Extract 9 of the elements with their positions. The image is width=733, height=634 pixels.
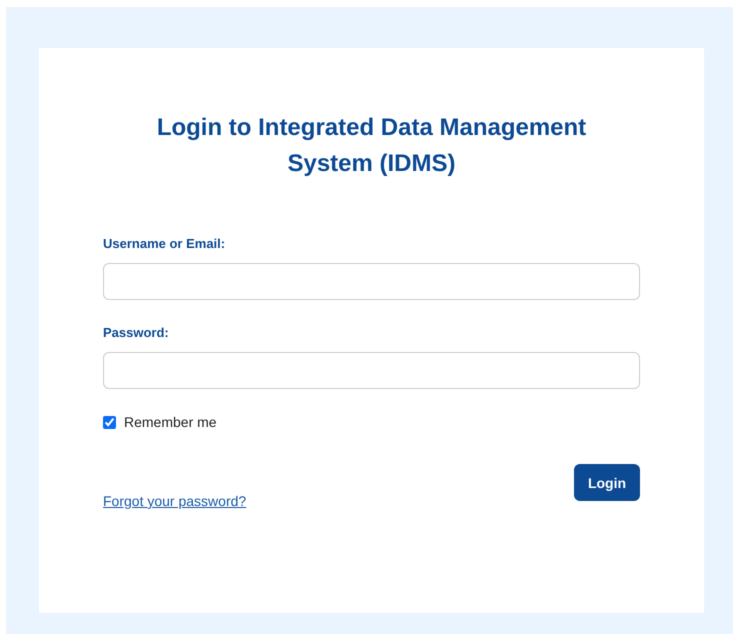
remember-label: Remember me [124, 414, 217, 430]
page-title: Login to Integrated Data Management System (IDMS) [156, 113, 588, 179]
field-label: Password: [103, 325, 169, 340]
input-field[interactable] [103, 352, 640, 389]
forgot-password-link[interactable]: Forgot your password? [103, 493, 246, 509]
field-label: Username or Email: [103, 236, 226, 251]
login-button[interactable]: Login [574, 464, 640, 501]
remember-checkbox[interactable] [103, 416, 116, 428]
input-field[interactable] [103, 263, 640, 300]
